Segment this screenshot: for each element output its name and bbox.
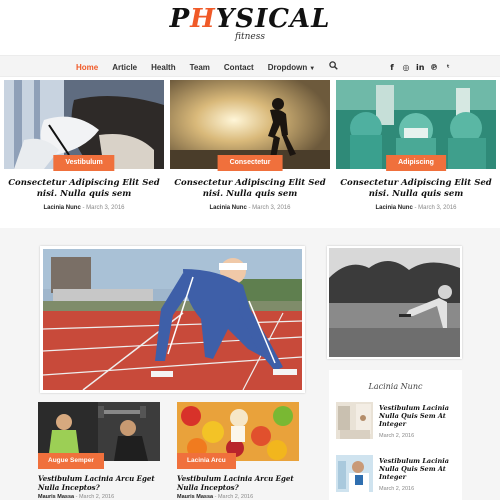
post-date: March 3, 2016: [252, 205, 291, 211]
sidebar-item-date: March 2, 2016: [379, 433, 415, 439]
sidebar-item-title[interactable]: Vestibulum Lacinia Nulla Quis Sem At Int…: [379, 457, 459, 481]
post-meta: Lacinia Nunc - March 3, 2016: [375, 205, 457, 211]
sidebar-item-title[interactable]: Vestibulum Lacinia Nulla Quis Sem At Int…: [379, 404, 459, 428]
post-meta: Lacinia Nunc - March 3, 2016: [209, 205, 291, 211]
post-meta: Mauris Massa - March 2, 2016: [177, 494, 254, 500]
post-date: March 3, 2016: [418, 205, 457, 211]
featured-posts: Vestibulum Consectetur Adipiscing Elit S…: [4, 80, 496, 220]
featured-card[interactable]: Adipiscing Consectetur Adipiscing Elit S…: [336, 80, 496, 220]
sidebar-list-item[interactable]: Vestibulum Lacinia Nulla Quis Sem At Int…: [336, 455, 461, 493]
social-links: f ◎ in ℗ ᵗ: [388, 56, 452, 78]
post-meta: Mauris Massa - March 2, 2016: [38, 494, 115, 500]
chevron-down-icon: ▼: [309, 65, 316, 72]
featured-card[interactable]: Consectetur Consectetur Adipiscing Elit …: [170, 80, 330, 220]
post-author[interactable]: Mauris Massa: [38, 494, 74, 500]
category-badge[interactable]: Adipiscing: [386, 155, 446, 171]
post-card[interactable]: Lacinia Arcu Vestibulum Lacinia Arcu Ege…: [177, 402, 299, 500]
linkedin-icon[interactable]: in: [416, 63, 424, 72]
nav-menu: Home Article Health Team Contact Dropdow…: [76, 56, 338, 78]
nav-item-team[interactable]: Team: [190, 63, 210, 72]
pinterest-icon[interactable]: ℗: [430, 63, 438, 72]
post-title[interactable]: Vestibulum Lacinia Arcu Eget Nulla Incep…: [177, 474, 299, 492]
post-meta: Lacinia Nunc - March 3, 2016: [43, 205, 125, 211]
sidebar-image-pushup[interactable]: [329, 248, 460, 357]
main-post-card[interactable]: [40, 246, 305, 393]
nav-item-contact[interactable]: Contact: [224, 63, 254, 72]
category-badge[interactable]: Consectetur: [217, 155, 283, 171]
site-header: PHYSICAL fitness: [0, 0, 500, 55]
sidebar-heading: Lacinia Nunc: [368, 382, 423, 391]
instagram-icon[interactable]: ◎: [402, 63, 410, 72]
post-title[interactable]: Consectetur Adipiscing Elit Sed nisi. Nu…: [170, 178, 330, 200]
nav-item-home[interactable]: Home: [76, 63, 98, 72]
post-title[interactable]: Consectetur Adipiscing Elit Sed nisi. Nu…: [336, 178, 496, 200]
post-author[interactable]: Lacinia Nunc: [43, 205, 80, 211]
post-author[interactable]: Lacinia Nunc: [375, 205, 412, 211]
post-date: March 2, 2016: [78, 494, 115, 500]
nav-item-article[interactable]: Article: [112, 63, 137, 72]
twitter-icon[interactable]: ᵗ: [444, 63, 452, 72]
main-nav: Home Article Health Team Contact Dropdow…: [0, 55, 500, 77]
post-card[interactable]: Augue Semper Vestibulum Lacinia Arcu Ege…: [38, 402, 160, 500]
category-badge[interactable]: Augue Semper: [38, 453, 104, 469]
nav-item-dropdown[interactable]: Dropdown ▼: [268, 63, 316, 72]
search-icon[interactable]: [329, 61, 338, 73]
nav-dropdown-label: Dropdown: [267, 62, 308, 72]
featured-card[interactable]: Vestibulum Consectetur Adipiscing Elit S…: [4, 80, 164, 220]
facebook-icon[interactable]: f: [388, 63, 396, 72]
category-badge[interactable]: Lacinia Arcu: [177, 453, 236, 469]
sidebar-widget: Lacinia Nunc Vestibulum Lacinia Nulla Qu…: [329, 370, 462, 500]
sidebar-image-card[interactable]: [327, 246, 462, 359]
category-badge[interactable]: Vestibulum: [53, 155, 115, 171]
post-date: March 2, 2016: [217, 494, 254, 500]
sidebar-thumb-doctor[interactable]: [336, 455, 373, 492]
sidebar-item-date: March 2, 2016: [379, 486, 415, 492]
post-date: March 3, 2016: [86, 205, 125, 211]
post-title[interactable]: Consectetur Adipiscing Elit Sed nisi. Nu…: [4, 178, 164, 200]
post-author[interactable]: Lacinia Nunc: [209, 205, 246, 211]
logo-tagline: fitness: [235, 32, 265, 42]
site-logo[interactable]: PHYSICAL fitness: [0, 4, 500, 42]
post-title[interactable]: Vestibulum Lacinia Arcu Eget Nulla Incep…: [38, 474, 160, 492]
sidebar-list-item[interactable]: Vestibulum Lacinia Nulla Quis Sem At Int…: [336, 402, 461, 440]
nav-item-health[interactable]: Health: [151, 63, 175, 72]
sidebar-thumb-clinic[interactable]: [336, 402, 373, 439]
logo-wordmark: PHYSICAL: [169, 4, 331, 34]
main-post-image-sprinter[interactable]: [43, 249, 302, 390]
post-author[interactable]: Mauris Massa: [177, 494, 213, 500]
